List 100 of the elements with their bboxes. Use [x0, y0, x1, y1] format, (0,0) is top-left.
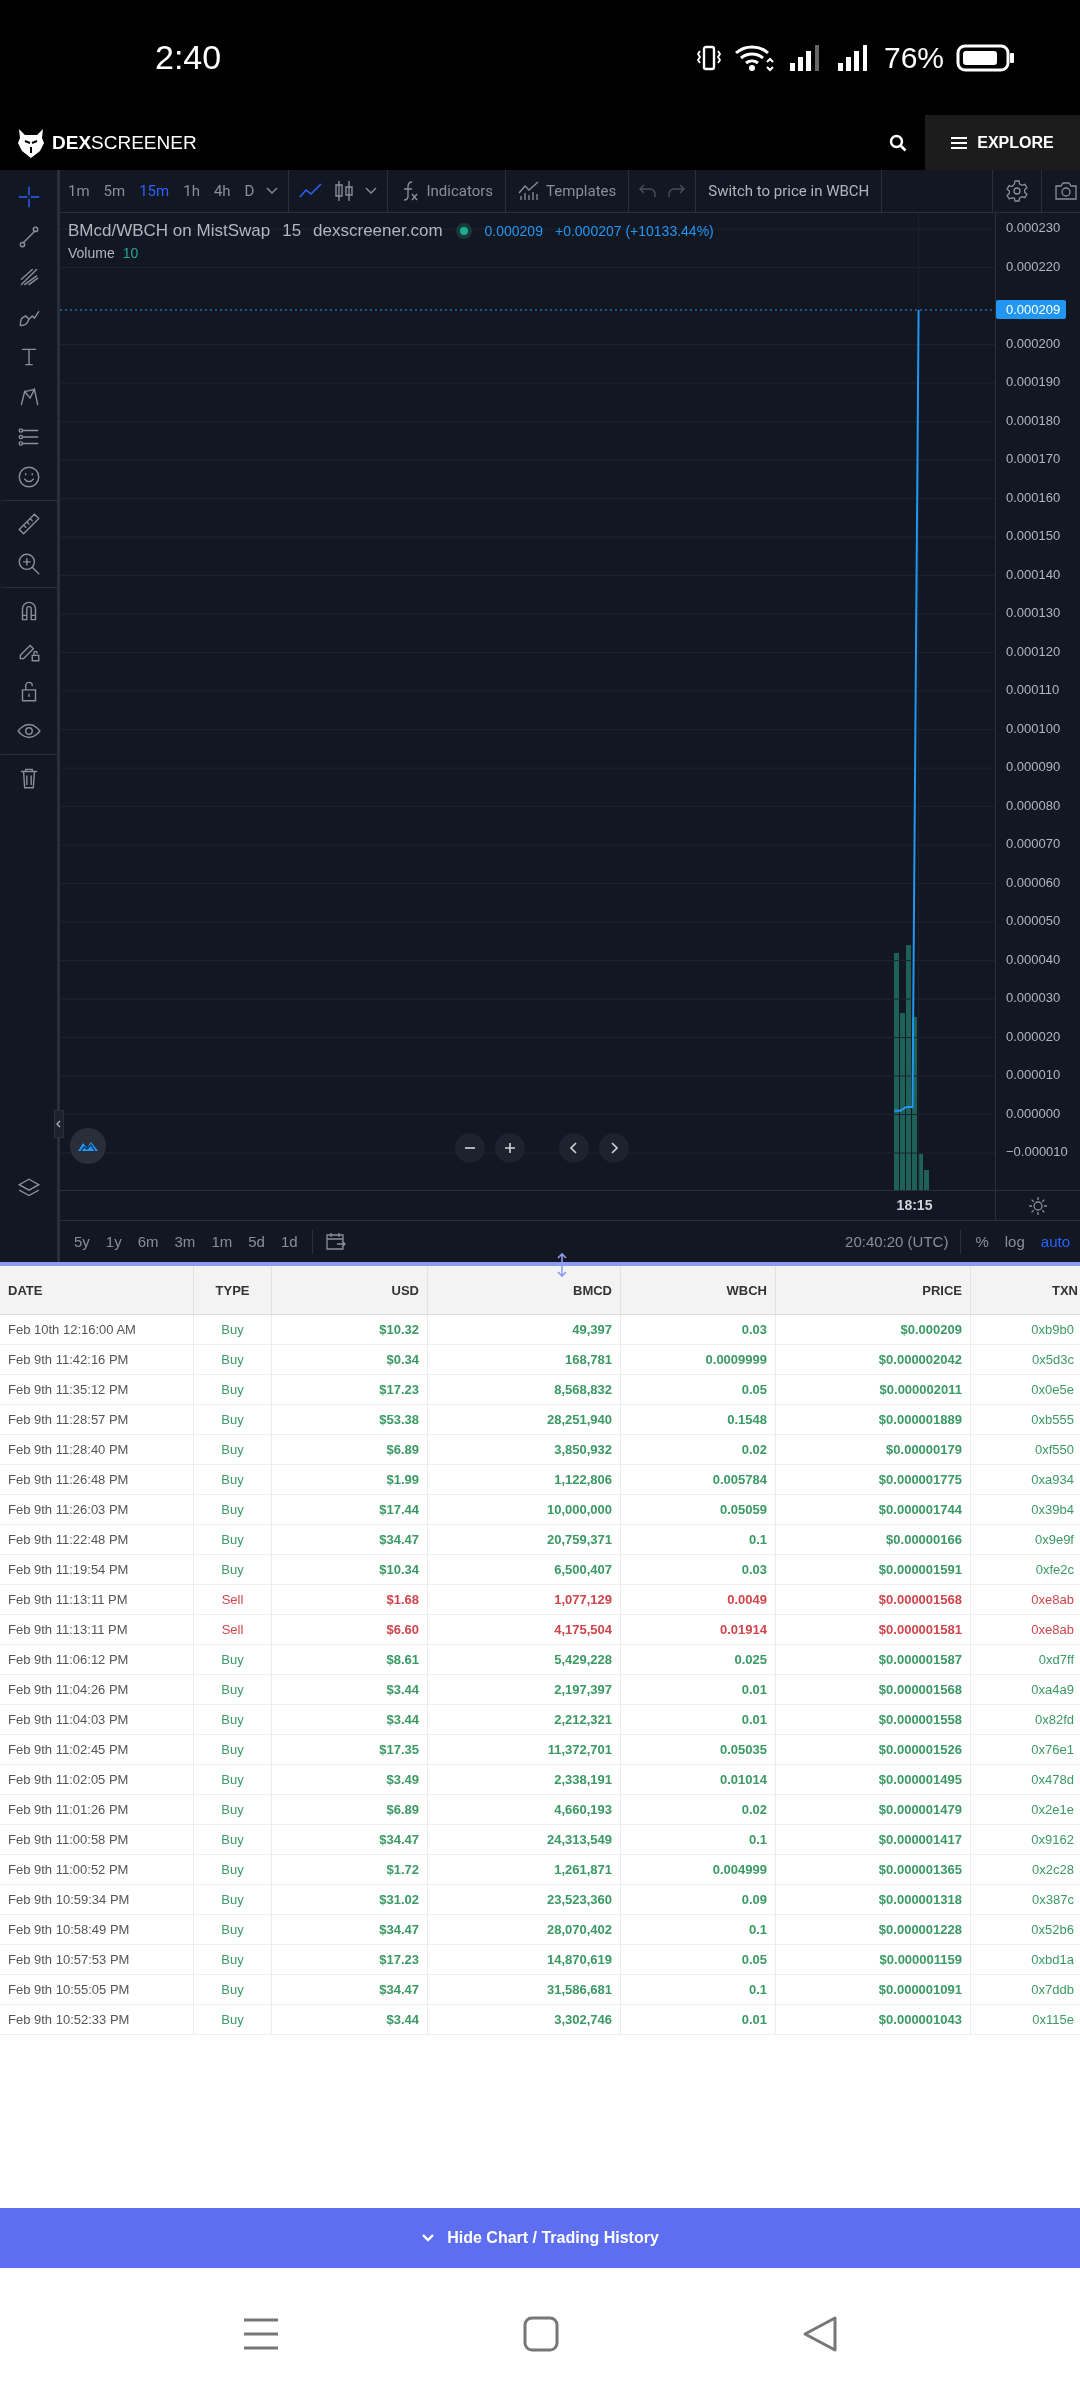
interval-button[interactable]: D — [242, 182, 257, 200]
table-cell: $0.000001775 — [775, 1464, 971, 1495]
scale-option-button[interactable]: % — [973, 1233, 991, 1250]
table-cell: $0.000001744 — [775, 1494, 971, 1525]
transaction-link[interactable]: 0xd7ff — [970, 1644, 1080, 1675]
transaction-link[interactable]: 0x115e — [970, 2004, 1080, 2035]
column-header: TXN — [970, 1266, 1080, 1315]
ruler-icon[interactable] — [15, 511, 42, 537]
table-cell: 0.0009999 — [620, 1344, 776, 1375]
candlestick-icon[interactable] — [333, 180, 356, 202]
transaction-link[interactable]: 0xb555 — [970, 1404, 1080, 1435]
home-icon[interactable] — [522, 2315, 560, 2353]
table-cell: Buy — [193, 1824, 272, 1855]
column-header: PRICE — [775, 1266, 971, 1315]
transaction-link[interactable]: 0x5d3c — [970, 1344, 1080, 1375]
indicators-button[interactable]: Indicators — [398, 180, 496, 202]
table-cell: 4,175,504 — [427, 1614, 621, 1645]
zoom-out-button[interactable] — [455, 1133, 485, 1163]
chart-logo-button[interactable] — [70, 1128, 106, 1164]
hide-chart-button[interactable]: Hide Chart / Trading History — [0, 2208, 1080, 2268]
table-cell: $0.000001318 — [775, 1884, 971, 1915]
explore-button[interactable]: EXPLORE — [925, 115, 1080, 170]
transaction-link[interactable]: 0x2e1e — [970, 1794, 1080, 1825]
transaction-link[interactable]: 0x478d — [970, 1764, 1080, 1795]
table-cell: Feb 9th 11:01:26 PM — [0, 1794, 194, 1825]
transaction-link[interactable]: 0x76e1 — [970, 1734, 1080, 1765]
range-button[interactable]: 1d — [278, 1233, 300, 1250]
camera-icon[interactable] — [1054, 181, 1078, 201]
interval-button[interactable]: 5m — [101, 182, 128, 200]
table-cell: $0.000002042 — [775, 1344, 971, 1375]
table-cell: Buy — [193, 1494, 272, 1525]
table-cell: Feb 9th 10:52:33 PM — [0, 2004, 194, 2035]
transaction-link[interactable]: 0x82fd — [970, 1704, 1080, 1735]
scale-option-button[interactable]: auto — [1038, 1233, 1072, 1250]
scale-option-button[interactable]: log — [1002, 1233, 1027, 1250]
table-cell: $0.000001091 — [775, 1974, 971, 2005]
price-axis-label: 0.000150 — [1006, 528, 1061, 544]
transaction-link[interactable]: 0x9e9f — [970, 1524, 1080, 1555]
interval-button[interactable]: 1h — [181, 182, 202, 200]
transaction-link[interactable]: 0x9162 — [970, 1824, 1080, 1855]
transaction-link[interactable]: 0x387c — [970, 1884, 1080, 1915]
transaction-link[interactable]: 0xf550 — [970, 1434, 1080, 1465]
table-cell: 6,500,407 — [427, 1554, 621, 1585]
table-cell: Feb 9th 11:28:40 PM — [0, 1434, 194, 1465]
table-cell: 28,251,940 — [427, 1404, 621, 1435]
transaction-link[interactable]: 0xa4a9 — [970, 1674, 1080, 1705]
table-cell: $0.000001568 — [775, 1674, 971, 1705]
transaction-link[interactable]: 0xfe2c — [970, 1554, 1080, 1585]
table-cell: $3.44 — [271, 1674, 428, 1705]
range-button[interactable]: 6m — [135, 1233, 161, 1250]
table-cell: 49,397 — [427, 1314, 621, 1345]
table-cell: 0.05 — [620, 1944, 776, 1975]
table-cell: 0.01 — [620, 1704, 776, 1735]
scroll-left-button[interactable] — [559, 1133, 589, 1163]
price-axis-label: 0.000180 — [1006, 412, 1061, 428]
collapse-handle[interactable] — [54, 1110, 64, 1138]
menu-icon — [951, 135, 968, 150]
table-cell: $0.000001581 — [775, 1614, 971, 1645]
range-button[interactable]: 1m — [209, 1233, 235, 1250]
table-cell: $3.44 — [271, 2004, 428, 2035]
table-cell: 1,261,871 — [427, 1854, 621, 1885]
table-cell: Buy — [193, 1464, 272, 1495]
interval-button[interactable]: 1m — [66, 182, 92, 200]
transaction-link[interactable]: 0x2c28 — [970, 1854, 1080, 1885]
transaction-link[interactable]: 0x0e5e — [970, 1374, 1080, 1405]
table-cell: Feb 9th 11:02:05 PM — [0, 1764, 194, 1795]
caret-icon[interactable] — [365, 187, 378, 195]
table-cell: $10.32 — [271, 1314, 428, 1345]
range-button[interactable]: 5d — [246, 1233, 267, 1250]
transaction-link[interactable]: 0x52b6 — [970, 1914, 1080, 1945]
price-axis-label: 0.000190 — [1006, 374, 1061, 390]
column-header: WBCH — [620, 1266, 776, 1315]
logo-text[interactable]: DEXSCREENER — [52, 131, 197, 154]
table-cell: Feb 9th 11:42:16 PM — [0, 1344, 194, 1375]
search-icon[interactable] — [889, 133, 907, 152]
zoom-in-button[interactable] — [495, 1133, 525, 1163]
range-button[interactable]: 5y — [72, 1233, 92, 1250]
interval-button[interactable]: 15m — [137, 182, 172, 200]
resize-handle-icon[interactable] — [556, 1252, 568, 1278]
transaction-link[interactable]: 0xe8ab — [970, 1614, 1080, 1645]
price-axis-label: 0.000020 — [1006, 1028, 1061, 1044]
battery-percent: 76% — [883, 40, 944, 75]
table-cell: 0.01014 — [620, 1764, 776, 1795]
table-cell: Buy — [193, 1434, 272, 1465]
transaction-link[interactable]: 0xa934 — [970, 1464, 1080, 1495]
interval-button[interactable]: 4h — [211, 182, 233, 200]
table-cell: Feb 9th 11:00:52 PM — [0, 1854, 194, 1885]
transaction-link[interactable]: 0xe8ab — [970, 1584, 1080, 1615]
transaction-link[interactable]: 0x7ddb — [970, 1974, 1080, 2005]
caret-icon[interactable] — [266, 187, 279, 195]
scroll-right-button[interactable] — [599, 1133, 629, 1163]
templates-button[interactable]: Templates — [516, 181, 619, 201]
range-button[interactable]: 1y — [103, 1233, 124, 1250]
transaction-link[interactable]: 0xb9b0 — [970, 1314, 1080, 1345]
range-button[interactable]: 3m — [172, 1233, 198, 1250]
back-icon[interactable] — [801, 2315, 840, 2353]
transaction-link[interactable]: 0xbd1a — [970, 1944, 1080, 1975]
calendar-icon[interactable] — [324, 1231, 347, 1252]
switch-currency-button[interactable]: Switch to price in WBCH — [706, 182, 872, 200]
transaction-link[interactable]: 0x39b4 — [970, 1494, 1080, 1525]
